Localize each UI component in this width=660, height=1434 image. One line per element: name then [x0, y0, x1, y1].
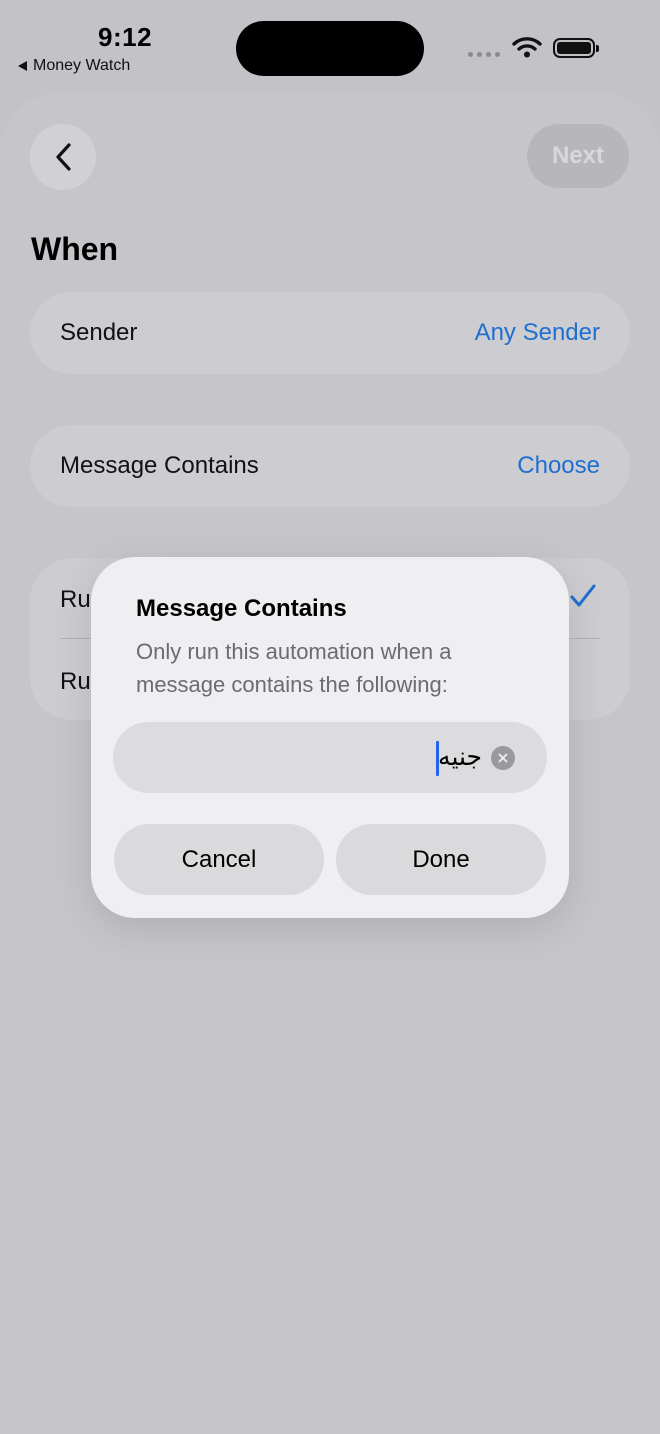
- back-app-label: Money Watch: [33, 57, 131, 74]
- keyword-input[interactable]: جنيه: [113, 722, 547, 793]
- sender-value: Any Sender: [474, 319, 600, 346]
- run-option-1[interactable]: Ru: [60, 586, 91, 614]
- dialog-message: Only run this automation when a message …: [136, 639, 452, 697]
- dialog-title: Message Contains: [136, 595, 347, 622]
- message-contains-row[interactable]: Message Contains Choose: [30, 425, 630, 507]
- battery-icon: [553, 38, 599, 58]
- cellular-signal-icon: [468, 52, 500, 57]
- keyword-input-value: جنيه: [438, 743, 482, 771]
- checkmark-icon: [570, 584, 596, 607]
- sender-row[interactable]: Sender Any Sender: [30, 292, 630, 374]
- cancel-button[interactable]: Cancel: [114, 824, 324, 895]
- back-to-app-link[interactable]: Money Watch: [18, 57, 130, 75]
- x-icon: [498, 753, 508, 763]
- back-triangle-icon: [18, 61, 27, 71]
- screen: 9:12 Money Watch Next When Sender Any Se…: [0, 0, 660, 1434]
- sender-label: Sender: [60, 319, 138, 346]
- wifi-icon: [512, 37, 542, 58]
- message-contains-dialog: Message Contains Only run this automatio…: [91, 557, 569, 918]
- run-option-2[interactable]: Ru: [60, 668, 91, 696]
- section-title: When: [31, 231, 119, 267]
- chevron-left-icon: [56, 143, 71, 171]
- message-contains-label: Message Contains: [60, 452, 259, 479]
- status-time: 9:12: [98, 22, 153, 52]
- message-contains-value: Choose: [517, 452, 600, 479]
- dynamic-island: [236, 21, 424, 76]
- next-button[interactable]: Next: [527, 124, 629, 188]
- back-button[interactable]: [30, 124, 96, 190]
- done-button[interactable]: Done: [336, 824, 546, 895]
- clear-icon[interactable]: [491, 746, 515, 770]
